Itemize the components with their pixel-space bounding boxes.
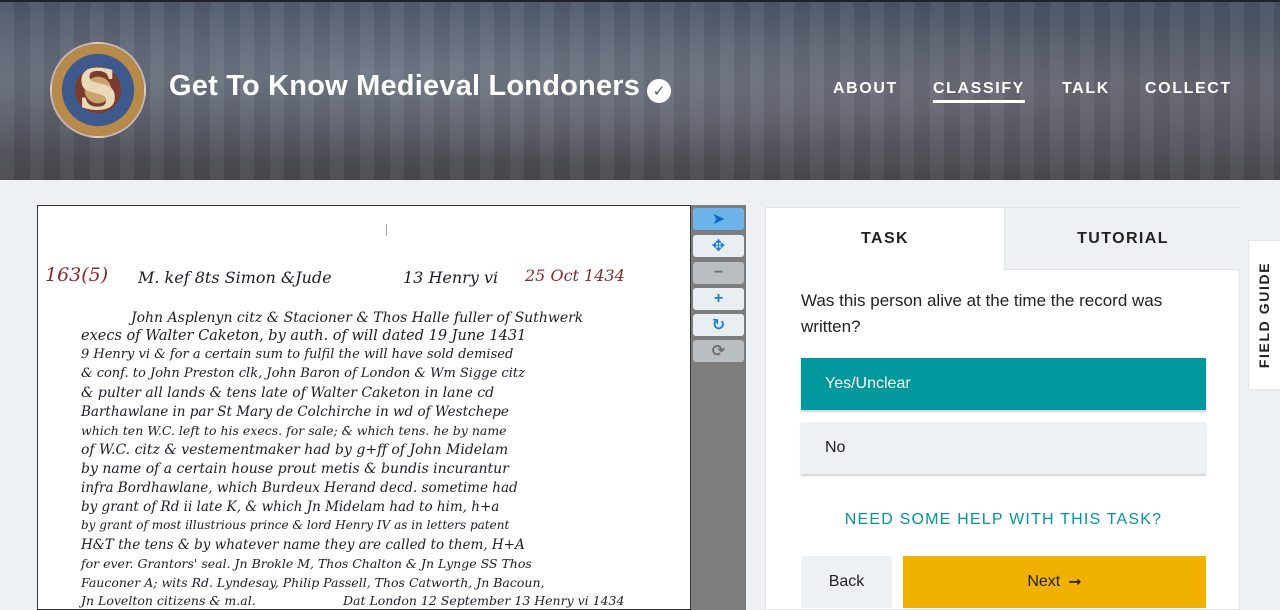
subject-image-viewer[interactable]: 163(5) M. kef 8ts Simon &Jude 13 Henry v… (37, 205, 691, 610)
document-line: & conf. to John Preston clk, John Baron … (81, 366, 525, 381)
document-line: Jn Lovelton citizens & m.al. (81, 593, 256, 608)
document-line: by grant of most illustrious prince & lo… (81, 518, 510, 532)
zoom-out-tool-icon[interactable]: − (693, 262, 744, 284)
back-button-label: Back (828, 573, 865, 590)
project-avatar[interactable]: S (50, 42, 146, 138)
answer-no[interactable]: No (801, 422, 1206, 474)
help-link[interactable]: NEED SOME HELP WITH THIS TASK? (801, 511, 1206, 529)
document-line: for ever. Grantors' seal. Jn Brokle M, T… (81, 556, 532, 571)
document-line: & pulter all lands & tens late of Walter… (81, 385, 495, 401)
avatar-letter: S (77, 57, 119, 123)
back-button[interactable]: Back (801, 556, 892, 608)
answer-label: No (825, 439, 846, 456)
task-panel: TASK TUTORIAL Was this person alive at t… (765, 207, 1241, 610)
document-mark (386, 224, 387, 236)
document-line: 9 Henry vi & for a certain sum to fulfil… (81, 347, 514, 362)
next-button-label: Next (1027, 573, 1061, 590)
reset-tool-icon[interactable]: ⟳ (693, 340, 744, 362)
zoom-in-tool-icon[interactable]: + (693, 288, 744, 310)
next-button[interactable]: Next ➞ (903, 556, 1206, 608)
document-line: H&T the tens & by whatever name they are… (81, 537, 525, 553)
document-line: Barthawlane in par St Mary de Colchirche… (81, 404, 509, 420)
pointer-tool-icon[interactable]: ➤ (693, 208, 744, 230)
document-line: John Asplenyn citz & Stacioner & Thos Ha… (131, 310, 584, 326)
project-header: S Get To Know Medieval Londoners ✓ ABOUT… (0, 0, 1280, 180)
document-line: by grant of Rd ii late K, & which Jn Mid… (81, 499, 500, 515)
tab-task[interactable]: TASK (766, 208, 1004, 270)
document-line: infra Bordhawlane, which Burdeux Herand … (81, 480, 518, 496)
task-question: Was this person alive at the time the re… (801, 291, 1163, 336)
document-line: Fauconer A; wits Rd. Lyndesay, Philip Pa… (81, 575, 545, 590)
document-line: Dat London 12 September 13 Henry vi 1434 (343, 593, 625, 608)
tab-tutorial[interactable]: TUTORIAL (1004, 208, 1241, 270)
document-line: by name of a certain house prout metis &… (81, 461, 509, 477)
document-regnal-year: 13 Henry vi (403, 268, 499, 287)
document-heading: M. kef 8ts Simon &Jude (138, 268, 332, 287)
header-top-border (0, 0, 1280, 2)
nav-collect[interactable]: COLLECT (1145, 80, 1232, 98)
project-title[interactable]: Get To Know Medieval Londoners (169, 70, 640, 103)
document-line: of W.C. citz & vestementmaker had by g+f… (81, 442, 509, 458)
answer-yes-unclear[interactable]: Yes/Unclear (801, 358, 1206, 410)
arrow-right-icon: ➞ (1068, 574, 1082, 591)
document-line: execs of Walter Caketon, by auth. of wil… (81, 328, 527, 344)
nav-about[interactable]: ABOUT (833, 80, 898, 98)
rotate-tool-icon[interactable]: ↻ (693, 314, 744, 336)
move-tool-icon[interactable]: ✥ (693, 235, 744, 257)
answer-label: Yes/Unclear (825, 375, 911, 392)
document-date: 25 Oct 1434 (525, 266, 625, 285)
document-ref-number: 163(5) (45, 264, 109, 286)
field-guide-tab[interactable]: FIELD GUIDE (1248, 240, 1280, 390)
nav-talk[interactable]: TALK (1062, 80, 1110, 98)
image-toolbar: ➤ ✥ − + ↻ ⟳ (691, 205, 746, 610)
verified-check-icon: ✓ (647, 79, 671, 103)
document-line: which ten W.C. left to his execs. for sa… (81, 423, 507, 438)
field-guide-label: FIELD GUIDE (1256, 261, 1273, 369)
nav-classify[interactable]: CLASSIFY (933, 80, 1025, 103)
